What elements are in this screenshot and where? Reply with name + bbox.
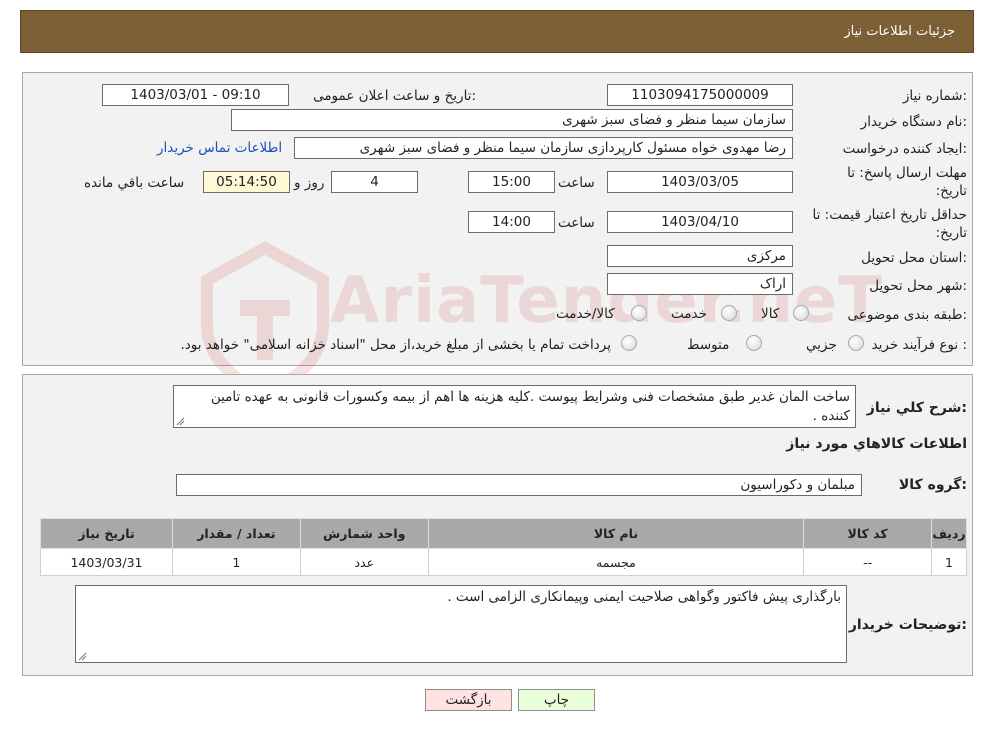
col-quantity: تعداد / مقدار: [171, 518, 301, 549]
summary-label: شرح کلي نياز:: [866, 400, 967, 416]
days-label: روز و: [294, 175, 325, 191]
process-radio-minor[interactable]: [848, 335, 864, 351]
deadline-label-line2: تاریخ:: [935, 183, 967, 199]
cell-need-date: 1403/03/31: [40, 548, 173, 576]
buyer-contact-link[interactable]: اطلاعات تماس خریدار: [157, 140, 282, 156]
need-number-label: شماره نیاز:: [902, 88, 967, 104]
page-title: جزئیات اطلاعات نیاز: [844, 24, 955, 39]
process-option-minor: جزيي: [806, 337, 837, 353]
category-option-goods: کالا: [761, 306, 780, 322]
summary-text: ساخت المان غدیر طبق مشخصات فنی وشرایط پی…: [210, 389, 850, 424]
deadline-date-field: 1403/03/05: [607, 171, 793, 193]
cell-goods-code: --: [803, 548, 933, 576]
process-radio-medium[interactable]: [746, 335, 762, 351]
table-row: 1 -- مجسمه عدد 1 1403/03/31: [40, 548, 967, 576]
back-button[interactable]: بازگشت: [425, 689, 512, 711]
resize-grip-icon[interactable]: [78, 652, 87, 661]
cell-quantity: 1: [171, 548, 301, 576]
cell-goods-name: مجسمه: [427, 548, 805, 576]
creator-label: ایجاد کننده درخواست:: [842, 141, 967, 157]
col-row-number: رديف: [931, 518, 967, 549]
city-label: شهر محل تحویل:: [869, 278, 967, 294]
buyer-org-field: سازمان سیما منظر و فضای سبز شهری: [231, 109, 793, 131]
goods-group-field: مبلمان و دکوراسیون: [176, 474, 862, 496]
buyer-notes-label: توضیحات خریدار:: [848, 617, 967, 633]
announce-datetime-label: تاریخ و ساعت اعلان عمومی:: [313, 88, 476, 104]
col-need-date: تاریخ نیاز: [40, 518, 173, 549]
goods-table: رديف کد کالا نام کالا واحد شمارش تعداد /…: [40, 518, 967, 576]
cell-unit: عدد: [299, 548, 429, 576]
province-label: استان محل تحویل:: [861, 250, 967, 266]
price-validity-label: حداقل تاریخ اعتبار قیمت: تا تاریخ:: [813, 206, 967, 242]
category-option-goods-service: کالا/خدمت: [556, 306, 615, 322]
announce-datetime-field: 1403/03/01 - 09:10: [102, 84, 289, 106]
category-label: طبقه بندی موضوعی:: [847, 307, 967, 323]
validity-date-field: 1403/04/10: [607, 211, 793, 233]
goods-info-title: اطلاعات کالاهاي مورد نياز: [786, 436, 967, 452]
col-unit: واحد شمارش: [299, 518, 429, 549]
deadline-time-label: ساعت: [558, 175, 595, 191]
price-validity-label-line2: تاریخ:: [935, 225, 967, 241]
buyer-notes-text: بارگذاری پیش فاکتور وگواهی صلاحیت ایمنی …: [447, 589, 841, 605]
page-header: جزئیات اطلاعات نیاز: [20, 10, 974, 53]
deadline-time-field: 15:00: [468, 171, 555, 193]
validity-time-field: 14:00: [468, 211, 555, 233]
province-field: مرکزی: [607, 245, 793, 267]
category-radio-goods[interactable]: [793, 305, 809, 321]
cell-row-number: 1: [931, 548, 967, 576]
remaining-time-label: ساعت باقي مانده: [84, 175, 185, 191]
goods-table-header: رديف کد کالا نام کالا واحد شمارش تعداد /…: [40, 518, 967, 549]
validity-time-label: ساعت: [558, 215, 595, 231]
price-validity-label-line1: حداقل تاریخ اعتبار قیمت: تا: [812, 207, 967, 223]
process-option-medium: متوسط: [687, 337, 730, 353]
creator-field: رضا مهدوی خواه مسئول کارپردازی سازمان سی…: [294, 137, 793, 159]
remaining-time-field: 05:14:50: [203, 171, 290, 193]
category-option-service: خدمت: [671, 306, 707, 322]
buyer-notes-textarea: بارگذاری پیش فاکتور وگواهی صلاحیت ایمنی …: [75, 585, 847, 663]
process-type-label: نوع فرآیند خرید :: [871, 337, 967, 353]
days-remaining-field: 4: [331, 171, 418, 193]
summary-textarea: ساخت المان غدیر طبق مشخصات فنی وشرایط پی…: [173, 385, 856, 428]
category-radio-service[interactable]: [721, 305, 737, 321]
col-goods-name: نام کالا: [427, 518, 805, 549]
print-button[interactable]: چاپ: [518, 689, 595, 711]
buyer-org-label: نام دستگاه خریدار:: [860, 114, 967, 130]
col-goods-code: کد کالا: [803, 518, 933, 549]
goods-group-label: گروه کالا:: [898, 477, 967, 493]
deadline-label: مهلت ارسال پاسخ: تا تاریخ:: [847, 164, 967, 200]
resize-grip-icon[interactable]: [176, 417, 185, 426]
category-radio-goods-service[interactable]: [631, 305, 647, 321]
city-field: اراک: [607, 273, 793, 295]
need-number-field: 1103094175000009: [607, 84, 793, 106]
deadline-label-line1: مهلت ارسال پاسخ: تا: [847, 165, 967, 181]
payment-note: پرداخت تمام یا بخشی از مبلغ خرید،از محل …: [180, 337, 611, 353]
payment-checkbox[interactable]: [621, 335, 637, 351]
